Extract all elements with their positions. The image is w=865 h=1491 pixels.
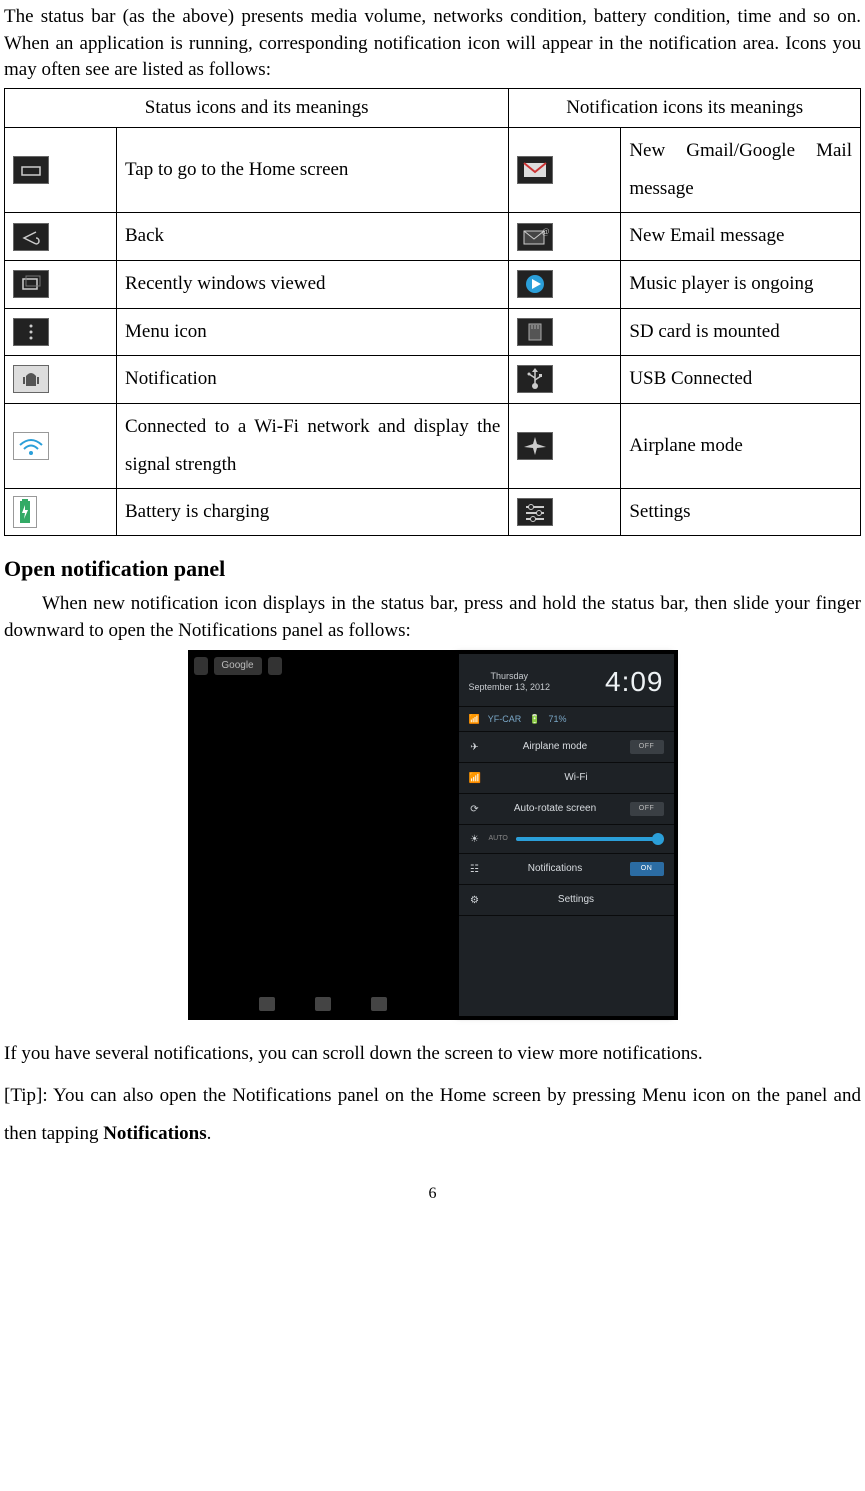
panel-row-settings[interactable]: ⚙ Settings [459,885,674,916]
table-cell: Music player is ongoing [621,260,861,308]
panel-row-label: Settings [489,893,664,907]
panel-row-rotate[interactable]: ⟳ Auto-rotate screen OFF [459,794,674,825]
after-paragraph-2: [Tip]: You can also open the Notificatio… [4,1077,861,1153]
toggle-off[interactable]: OFF [630,740,664,754]
panel-battery-pct: 71% [548,713,566,726]
toggle-off[interactable]: OFF [630,802,664,816]
panel-clock: 4:09 [605,662,664,701]
table-cell: Recently windows viewed [117,260,509,308]
panel-day: Thursday [491,671,529,681]
settings-icon [517,498,553,526]
play-icon [517,270,553,298]
table-row: Notification USB Connected [5,356,861,404]
mic-icon [268,657,282,675]
gmail-icon [517,156,553,184]
panel-full-date: September 13, 2012 [469,682,551,692]
google-search-label: Google [214,657,262,675]
panel-row-label: Airplane mode [489,740,622,754]
panel-row-brightness[interactable]: ☀ AUTO [459,825,674,854]
svg-text:@: @ [542,227,549,236]
notification-panel: Thursday September 13, 2012 4:09 📶 YF-CA… [459,654,674,1016]
back-icon [13,223,49,251]
sd-icon [517,318,553,346]
settings-small-icon: ⚙ [469,894,481,906]
table-cell: Airplane mode [621,403,861,488]
tip-bold: Notifications [103,1123,206,1144]
table-cell: Tap to go to the Home screen [117,128,509,213]
table-row: Recently windows viewed Music player is … [5,260,861,308]
wifi-small-icon: 📶 [469,713,480,726]
airplane-small-icon: ✈ [469,741,481,753]
toggle-on[interactable]: ON [630,862,664,876]
table-cell: Back [117,213,509,261]
panel-row-label: Notifications [489,862,622,876]
panel-row-airplane[interactable]: ✈ Airplane mode OFF [459,732,674,763]
back-nav-icon [259,997,275,1011]
wifi-icon [13,432,49,460]
panel-row-wifi[interactable]: 📶 Wi-Fi [459,763,674,794]
table-row: Connected to a Wi-Fi network and display… [5,403,861,488]
panel-status-row: 📶 YF-CAR 🔋 71% [459,707,674,733]
table-row: Back @ New Email message [5,213,861,261]
screenshot-taskbar [194,994,453,1014]
table-cell: New Gmail/Google Mail message [621,128,861,213]
menu-icon [13,318,49,346]
icons-table: Status icons and its meanings Notificati… [4,88,861,537]
after-paragraph-1: If you have several notifications, you c… [4,1035,861,1073]
section-heading: Open notification panel [4,554,861,585]
brightness-slider[interactable] [516,837,664,841]
panel-row-notifications[interactable]: ☷ Notifications ON [459,854,674,885]
page-number: 6 [4,1183,861,1205]
airplane-icon [517,432,553,460]
notifications-small-icon: ☷ [469,863,481,875]
table-header-right: Notification icons its meanings [509,88,861,128]
panel-date: Thursday September 13, 2012 [469,671,551,693]
home-nav-icon [315,997,331,1011]
table-header-left: Status icons and its meanings [5,88,509,128]
usb-icon [517,365,553,393]
charging-icon [13,496,37,528]
panel-auto-label: AUTO [489,834,508,844]
email-icon: @ [517,223,553,251]
battery-small-icon: 🔋 [529,713,540,726]
brightness-icon: ☀ [469,833,481,845]
table-cell: SD card is mounted [621,308,861,356]
recent-icon [13,270,49,298]
table-cell: Connected to a Wi-Fi network and display… [117,403,509,488]
home-icon [13,156,49,184]
table-cell: Menu icon [117,308,509,356]
table-cell: Settings [621,488,861,536]
rotate-icon: ⟳ [469,803,481,815]
table-cell: Notification [117,356,509,404]
tip-text-b: . [207,1123,212,1144]
intro-paragraph: The status bar (as the above) presents m… [4,4,861,84]
panel-row-label: Auto-rotate screen [489,802,622,816]
panel-wifi-name: YF-CAR [488,713,522,726]
table-cell: New Email message [621,213,861,261]
google-g-icon [194,657,208,675]
wifi-small-icon: 📶 [469,772,481,784]
table-row: Menu icon SD card is mounted [5,308,861,356]
table-row: Tap to go to the Home screen New Gmail/G… [5,128,861,213]
recent-nav-icon [371,997,387,1011]
table-cell: Battery is charging [117,488,509,536]
android-icon [13,365,49,393]
panel-row-label: Wi-Fi [489,771,664,785]
section-paragraph: When new notification icon displays in t… [4,591,861,644]
notification-panel-screenshot: Google Thursday September 13, 2012 4:09 … [188,650,678,1020]
table-row: Battery is charging Settings [5,488,861,536]
table-cell: USB Connected [621,356,861,404]
